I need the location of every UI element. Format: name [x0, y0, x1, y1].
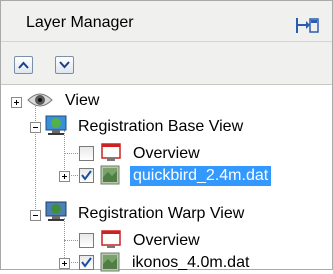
tree-connector: [35, 101, 36, 217]
checkmark-icon: [81, 257, 92, 268]
eye-icon: [27, 93, 53, 107]
layer-manager-panel: Layer Manager View Registration Base Vie…: [0, 0, 333, 272]
visibility-checkbox[interactable]: [79, 168, 94, 183]
tree-item-label: Overview: [133, 145, 200, 162]
expand-toggle[interactable]: [59, 171, 70, 182]
tree-connector: [69, 262, 78, 263]
collapse-toggle[interactable]: [30, 122, 41, 133]
panel-titlebar: Layer Manager: [1, 1, 332, 42]
globe-display-icon: [45, 115, 67, 135]
panel-title: Layer Manager: [26, 14, 134, 31]
tree-item-label: Registration Base View: [78, 118, 244, 135]
checkmark-icon: [81, 170, 92, 181]
tree-item-label: ikonos_4.0m.dat: [132, 254, 250, 271]
arrow-down-icon: [59, 61, 70, 69]
globe-display-icon: [45, 201, 67, 221]
layer-toolbar: [1, 42, 332, 85]
visibility-checkbox[interactable]: [79, 233, 94, 248]
raster-image-icon: [100, 252, 120, 272]
visibility-checkbox[interactable]: [79, 255, 94, 270]
tree-item-label: Registration Warp View: [78, 205, 245, 222]
raster-image-icon: [100, 165, 120, 185]
pin-panel-icon[interactable]: [294, 17, 320, 35]
tree-item-label: Overview: [133, 232, 200, 249]
move-up-button[interactable]: [14, 56, 33, 74]
tree-connector: [69, 175, 78, 176]
tree-item-label: quickbird_2.4m.dat: [130, 166, 272, 186]
overview-window-icon: [101, 230, 121, 248]
arrow-up-icon: [18, 61, 29, 69]
layer-tree: View Registration Base View Overview qui…: [1, 85, 332, 272]
expand-toggle[interactable]: [11, 97, 22, 108]
overview-window-icon: [101, 143, 121, 161]
tree-item-label: View: [65, 92, 100, 109]
expand-toggle[interactable]: [59, 258, 70, 269]
tree-connector: [64, 153, 78, 154]
move-down-button[interactable]: [55, 56, 74, 74]
visibility-checkbox[interactable]: [79, 146, 94, 161]
tree-connector: [64, 240, 78, 241]
tree-connector: [64, 130, 65, 174]
collapse-toggle[interactable]: [30, 210, 41, 221]
